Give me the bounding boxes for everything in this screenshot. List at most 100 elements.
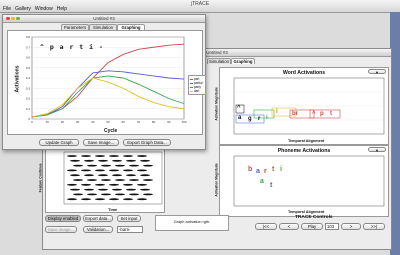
feature-ylabel: Feature Continua [38,163,43,193]
tab-simulation[interactable]: Simulation [207,58,231,64]
word-label: i [266,115,268,121]
feature-mark [112,159,122,162]
graph-window: Untitled #3 Parameters Simulation Graphi… [2,14,206,150]
feature-mark [87,179,97,181]
feature-mark [84,159,94,162]
word-label: ^ [312,111,316,117]
x-tick-label: 80 [152,120,156,124]
feature-mark [123,183,133,186]
input-field[interactable]: -barti- [117,226,143,233]
y-tick-label: 0.3 [26,86,31,90]
feature-mark [73,164,83,167]
feature-mark [129,164,139,167]
feature-mark [67,198,77,201]
phoneme-panel-ylabel: Activation Magnitude [214,163,219,197]
feature-mark [81,198,91,201]
word-label: l [276,109,278,115]
tab-graphing[interactable]: Graphing [231,58,255,64]
phoneme-activations-panel: Phoneme Activations ▾ b a r t i a t Acti… [215,145,389,217]
menu-file[interactable]: File [3,6,11,12]
x-tick-label: 60 [122,120,126,124]
feature-mark [70,159,80,162]
word-activations-panel: Word Activations ▾ ^ a g r i l br ^ p t … [215,67,389,145]
feature-mark [123,169,133,172]
feature-mark [126,188,136,191]
validation-button[interactable]: Validation... [83,226,113,233]
cycle-field[interactable]: 103 [325,223,339,230]
menu-bar: jTRACE File Gallery Window Help [0,0,400,13]
feature-mark [115,179,125,181]
feature-mark [101,193,111,196]
y-tick-label: 0.4 [26,76,31,80]
update-graph-button[interactable]: Update Graph [39,139,79,146]
feature-mark [129,193,139,196]
feature-mark [126,159,136,162]
chart-ylabel: Activations [14,65,21,93]
word-label: a [238,115,242,121]
feature-mark [140,188,150,191]
x-tick-label: 70 [137,120,141,124]
y-tick-label: 0.1 [26,107,31,111]
feature-mark [143,164,153,167]
feature-mark [84,188,94,191]
feature-mark [95,183,105,186]
status-box: Graph activation rgtb. [155,215,229,231]
y-tick-label: 0.5 [26,66,31,70]
menu-gallery[interactable]: Gallery [15,6,31,12]
x-tick-label: 20 [61,120,65,124]
feature-mark [67,155,77,157]
word-activations-plot [233,77,385,135]
export-graph-data-button[interactable]: Export Graph Data... [123,139,171,146]
phoneme-label: a [260,178,264,185]
y-tick-label: 0.6 [26,56,31,60]
status-text: Graph activation rgtb. [173,220,211,224]
x-tick-label: 100 [181,120,186,124]
x-tick-label: 90 [167,120,171,124]
word-label: ^ [237,105,241,111]
phoneme-panel-xlabel: Temporal Alignment [288,210,325,214]
play-button[interactable]: Play [301,223,323,230]
feature-mark [98,174,108,177]
feature-mark [98,188,108,191]
export-data-button[interactable]: Export data... [83,215,113,222]
first-button[interactable]: |<< [255,223,277,230]
feature-mark [140,174,150,177]
feature-mark [109,198,119,201]
feature-mark [81,183,91,186]
y-tick-label: 0 [28,117,30,121]
feature-mark [143,193,153,196]
menu-help[interactable]: Help [57,6,67,12]
feature-mark [67,169,77,172]
last-button[interactable]: >>| [363,223,385,230]
feature-mark [95,169,105,172]
graph-window-titlebar[interactable]: Untitled #3 [3,15,205,23]
display-enabled-button[interactable]: Display enabled [45,215,81,222]
feature-mark [112,174,122,177]
save-image-graph-button[interactable]: Save Image... [83,139,119,146]
x-tick-label: 40 [91,120,95,124]
feature-mark [115,193,125,196]
forward-button[interactable]: > [341,223,361,230]
back-button[interactable]: < [279,223,299,230]
zoom-icon[interactable] [16,16,20,20]
chart-xlabel: Cycle [104,128,118,134]
word-label: p [320,111,324,117]
feature-mark [87,164,97,167]
menu-window[interactable]: Window [35,6,53,12]
feature-mark [112,188,122,191]
close-icon[interactable] [6,16,10,20]
feature-mark [73,193,83,196]
minimize-icon[interactable] [11,16,15,20]
feature-mark [81,169,91,172]
word-label: g [248,116,252,122]
feature-continua-panel: Feature Continua Time [38,149,165,213]
activation-chart: 00.10.20.30.40.50.60.70.80 10 20 30 40 50 60 70… [26,35,187,124]
feature-mark [129,179,139,181]
feature-mark [109,155,119,157]
feature-mark [70,174,80,177]
phoneme-label: a [256,168,260,175]
word-label: r [258,116,261,122]
save-image-button[interactable]: Save image... [45,226,77,233]
phoneme-label: i [280,166,282,173]
set-input-button[interactable]: Set input [117,215,141,222]
